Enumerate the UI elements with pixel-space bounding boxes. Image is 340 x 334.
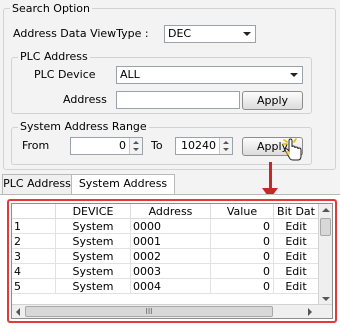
from-spinner[interactable]: 0: [70, 137, 143, 155]
system-address-range-title: System Address Range: [18, 120, 149, 133]
from-value: 0: [119, 139, 126, 152]
view-type-dropdown[interactable]: DEC: [164, 25, 256, 43]
spinner-arrows-icon[interactable]: [219, 138, 232, 154]
to-value: 10240: [181, 139, 216, 152]
search-panel: Search Option Address Data ViewType : DE…: [0, 0, 340, 334]
view-type-value: DEC: [168, 27, 192, 40]
plc-device-label: PLC Device: [34, 68, 96, 81]
address-view-type-label: Address Data ViewType :: [13, 27, 149, 40]
plc-address-title: PLC Address: [18, 50, 90, 63]
chevron-down-icon: [243, 32, 251, 36]
spinner-arrows-icon[interactable]: [129, 138, 142, 154]
address-input[interactable]: [116, 91, 240, 109]
to-label: To: [151, 139, 163, 152]
plc-apply-button[interactable]: Apply: [242, 91, 303, 110]
to-spinner[interactable]: 10240: [175, 137, 233, 155]
address-label: Address: [63, 93, 107, 106]
chevron-down-icon: [290, 73, 298, 77]
tab-strip: PLC Address System Address: [0, 174, 340, 195]
tab-plc-address[interactable]: PLC Address: [2, 174, 72, 194]
plc-device-dropdown[interactable]: ALL: [116, 66, 303, 84]
tab-system-address[interactable]: System Address: [71, 174, 175, 195]
search-option-title: Search Option: [10, 2, 92, 15]
from-label: From: [22, 139, 50, 152]
plc-device-value: ALL: [120, 68, 140, 81]
hand-cursor-icon: [282, 138, 302, 161]
grid-highlight-frame: [7, 199, 337, 323]
